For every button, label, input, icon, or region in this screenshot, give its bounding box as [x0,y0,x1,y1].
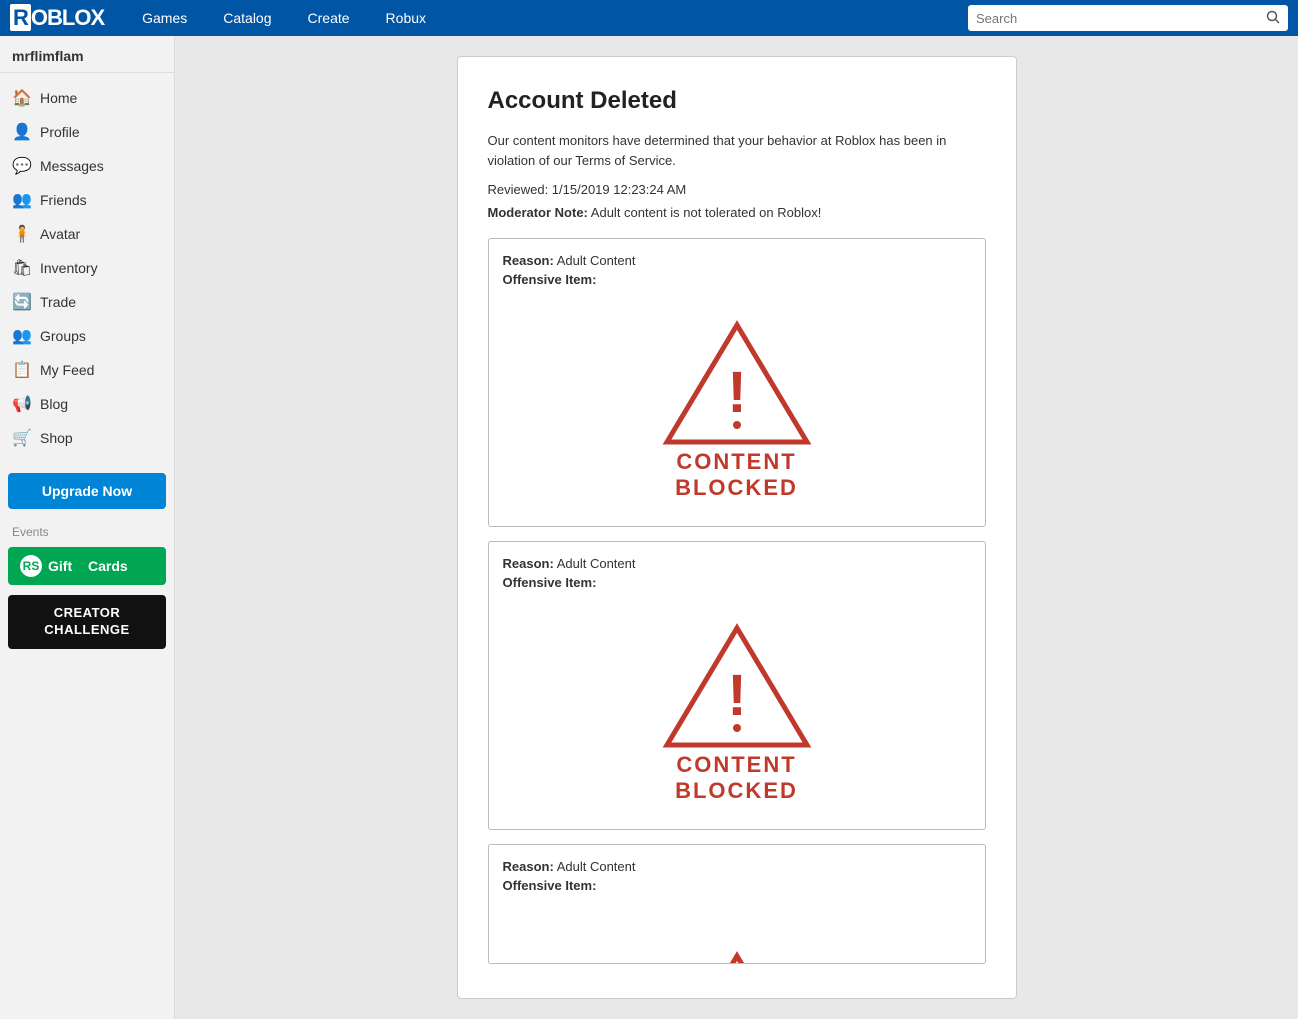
svg-text:!: ! [727,663,746,728]
cards-label: Cards [88,558,128,574]
sidebar-item-friends[interactable]: 👥 Friends [0,183,174,217]
messages-icon: 💬 [12,156,32,176]
reason-value-1: Adult Content [557,253,636,268]
search-input[interactable] [968,11,1258,26]
moderator-note-value: Adult content is not tolerated on Roblox… [591,205,822,220]
top-navbar: ROBLOX Games Catalog Create Robux [0,0,1298,36]
reason-box-1: Reason: Adult Content Offensive Item: ! … [488,238,986,527]
blocked-text-1: CONTENT BLOCKED [675,449,798,502]
reason-line-3: Reason: Adult Content [503,859,971,874]
main-content: Account Deleted Our content monitors hav… [175,36,1298,1019]
reason-box-3: Reason: Adult Content Offensive Item: [488,844,986,964]
friends-icon: 👥 [12,190,32,210]
shop-icon: 🛒 [12,428,32,448]
events-label: Events [0,519,174,543]
sidebar: mrflimflam 🏠 Home 👤 Profile 💬 Messages 👥… [0,36,175,1019]
sidebar-label-inventory: Inventory [40,260,98,276]
content-blocked-svg-3 [662,923,812,964]
my-feed-icon: 📋 [12,360,32,380]
svg-text:!: ! [727,360,746,425]
account-deleted-card: Account Deleted Our content monitors hav… [457,56,1017,999]
moderator-note-label: Moderator Note: [488,205,588,220]
blog-icon: 📢 [12,394,32,414]
sidebar-item-messages[interactable]: 💬 Messages [0,149,174,183]
sidebar-label-blog: Blog [40,396,68,412]
reason-line-1: Reason: Adult Content [503,253,971,268]
rs-icon: RS [20,555,42,577]
nav-catalog[interactable]: Catalog [205,0,289,36]
gift-label: Gift [48,558,72,574]
sidebar-label-friends: Friends [40,192,87,208]
reason-value-3: Adult Content [557,859,636,874]
username-display: mrflimflam [0,36,174,73]
sidebar-item-inventory[interactable]: 🛍 Inventory [0,251,174,285]
sidebar-item-home[interactable]: 🏠 Home [0,81,174,115]
offensive-item-label-1: Offensive Item: [503,272,971,287]
search-bar [968,5,1288,31]
inventory-icon: 🛍 [12,258,32,278]
sidebar-item-my-feed[interactable]: 📋 My Feed [0,353,174,387]
description-text: Our content monitors have determined tha… [488,131,986,170]
profile-icon: 👤 [12,122,32,142]
reviewed-line: Reviewed: 1/15/2019 12:23:24 AM [488,182,986,197]
gift-cards-button[interactable]: RS Gift Cards [8,547,166,585]
reason-value-2: Adult Content [557,556,636,571]
content-blocked-2: ! CONTENT BLOCKED [503,600,971,815]
sidebar-item-blog[interactable]: 📢 Blog [0,387,174,421]
offensive-item-label-3: Offensive Item: [503,878,971,893]
nav-games[interactable]: Games [124,0,205,36]
trade-icon: 🔄 [12,292,32,312]
content-blocked-svg-2: ! CONTENT BLOCKED [662,620,812,805]
page-title: Account Deleted [488,87,986,115]
sidebar-label-home: Home [40,90,77,106]
sidebar-item-shop[interactable]: 🛒 Shop [0,421,174,455]
sidebar-label-trade: Trade [40,294,76,310]
avatar-icon: 🧍 [12,224,32,244]
reason-box-2: Reason: Adult Content Offensive Item: ! … [488,541,986,830]
reason-label-1: Reason: [503,253,554,268]
creator-challenge-button[interactable]: CREATOR CHALLENGE [8,595,166,649]
offensive-item-label-2: Offensive Item: [503,575,971,590]
content-blocked-1: ! CONTENT BLOCKED [503,297,971,512]
sidebar-item-groups[interactable]: 👥 Groups [0,319,174,353]
sidebar-item-trade[interactable]: 🔄 Trade [0,285,174,319]
sidebar-label-my-feed: My Feed [40,362,94,378]
search-button[interactable] [1258,10,1288,27]
nav-robux[interactable]: Robux [368,0,444,36]
sidebar-item-profile[interactable]: 👤 Profile [0,115,174,149]
content-blocked-svg-1: ! CONTENT BLOCKED [662,317,812,502]
sidebar-nav: 🏠 Home 👤 Profile 💬 Messages 👥 Friends 🧍 … [0,73,174,463]
nav-create[interactable]: Create [290,0,368,36]
reason-label-2: Reason: [503,556,554,571]
layout: mrflimflam 🏠 Home 👤 Profile 💬 Messages 👥… [0,36,1298,1019]
reason-line-2: Reason: Adult Content [503,556,971,571]
content-blocked-3 [503,903,971,964]
nav-links: Games Catalog Create Robux [124,0,444,36]
creator-challenge-line1: CREATOR [20,605,154,622]
moderator-note: Moderator Note: Adult content is not tol… [488,205,986,220]
sidebar-label-groups: Groups [40,328,86,344]
sidebar-item-avatar[interactable]: 🧍 Avatar [0,217,174,251]
sidebar-label-profile: Profile [40,124,80,140]
reason-label-3: Reason: [503,859,554,874]
sidebar-label-avatar: Avatar [40,226,80,242]
creator-challenge-line2: CHALLENGE [20,622,154,639]
sidebar-label-shop: Shop [40,430,73,446]
roblox-logo[interactable]: ROBLOX [10,5,104,31]
upgrade-now-button[interactable]: Upgrade Now [8,473,166,509]
home-icon: 🏠 [12,88,32,108]
blocked-text-2: CONTENT BLOCKED [675,752,798,805]
groups-icon: 👥 [12,326,32,346]
sidebar-label-messages: Messages [40,158,104,174]
